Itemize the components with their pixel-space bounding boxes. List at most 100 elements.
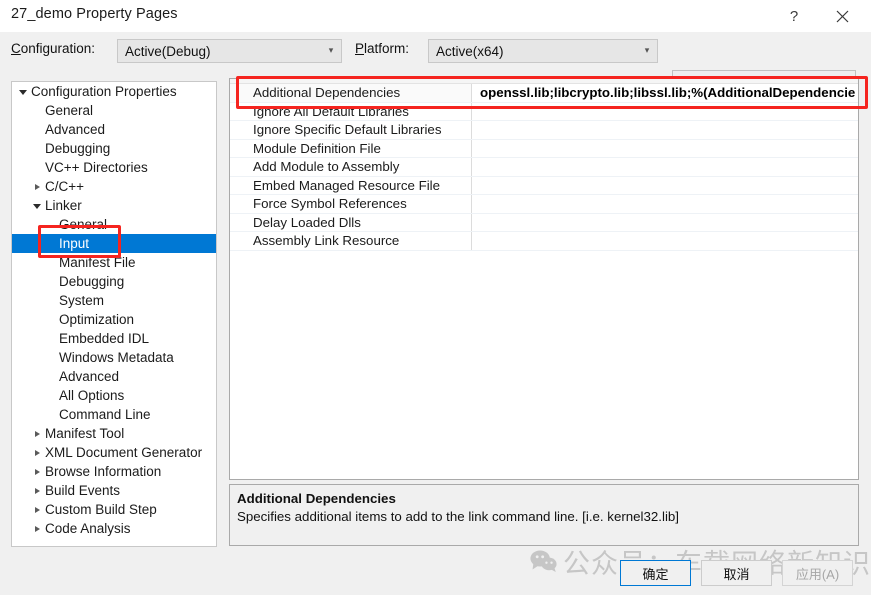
chevron-right-icon[interactable] bbox=[30, 519, 44, 538]
tree-item-xml-document-generator[interactable]: XML Document Generator bbox=[12, 443, 216, 462]
chevron-down-icon: ▾ bbox=[644, 45, 650, 55]
tree-item-manifest-tool[interactable]: Manifest Tool bbox=[12, 424, 216, 443]
tree-item-label: General bbox=[45, 103, 94, 118]
grid-empty-area bbox=[230, 343, 858, 479]
property-row[interactable]: Module Definition File bbox=[230, 139, 858, 158]
property-name: Module Definition File bbox=[230, 139, 472, 157]
property-value[interactable] bbox=[472, 195, 858, 213]
property-row[interactable]: Assembly Link Resource bbox=[230, 232, 858, 251]
property-row[interactable]: Force Symbol References bbox=[230, 195, 858, 214]
tree-item-build-events[interactable]: Build Events bbox=[12, 481, 216, 500]
tree-item-label: Linker bbox=[45, 198, 82, 213]
title-bar: 27_demo Property Pages ? bbox=[0, 0, 871, 32]
tree-item-optimization[interactable]: Optimization bbox=[12, 310, 216, 329]
chevron-right-icon[interactable] bbox=[30, 424, 44, 443]
tree-item-label: Optimization bbox=[59, 312, 135, 327]
property-name: Force Symbol References bbox=[230, 195, 472, 213]
tree-item-embedded-idl[interactable]: Embedded IDL bbox=[12, 329, 216, 348]
tree-item-label: Command Line bbox=[59, 407, 151, 422]
tree-item-c-c[interactable]: C/C++ bbox=[12, 177, 216, 196]
tree-item-label: Input bbox=[59, 236, 90, 251]
property-value[interactable] bbox=[472, 140, 858, 158]
property-value[interactable] bbox=[472, 158, 858, 176]
property-value[interactable] bbox=[472, 103, 858, 121]
tree-item-linker[interactable]: Linker bbox=[12, 196, 216, 215]
chevron-right-icon[interactable] bbox=[30, 500, 44, 519]
cancel-button[interactable]: 取消 bbox=[701, 560, 772, 586]
tree-item-all-options[interactable]: All Options bbox=[12, 386, 216, 405]
help-icon[interactable]: ? bbox=[771, 0, 817, 32]
chevron-right-icon[interactable] bbox=[30, 443, 44, 462]
twisty-glyph bbox=[34, 525, 40, 532]
chevron-right-icon[interactable] bbox=[30, 462, 44, 481]
tree-item-configuration-properties[interactable]: Configuration Properties bbox=[12, 82, 216, 101]
tree-item-advanced[interactable]: Advanced bbox=[12, 367, 216, 386]
tree-item-label: XML Document Generator bbox=[45, 445, 203, 460]
chevron-down-icon[interactable] bbox=[30, 196, 44, 215]
property-value[interactable] bbox=[472, 121, 858, 139]
apply-button: 应用(A) bbox=[782, 560, 853, 586]
property-row[interactable]: Add Module to Assembly bbox=[230, 158, 858, 177]
property-value[interactable] bbox=[472, 177, 858, 195]
tree-item-label: Build Events bbox=[45, 483, 121, 498]
property-row[interactable]: Embed Managed Resource File bbox=[230, 176, 858, 195]
twisty-glyph bbox=[34, 487, 40, 494]
tree-item-manifest-file[interactable]: Manifest File bbox=[12, 253, 216, 272]
tree-item-debugging[interactable]: Debugging bbox=[12, 272, 216, 291]
tree-item-label: System bbox=[59, 293, 105, 308]
property-value[interactable] bbox=[472, 214, 858, 232]
tree-item-label: Windows Metadata bbox=[59, 350, 174, 365]
tree-item-code-analysis[interactable]: Code Analysis bbox=[12, 519, 216, 538]
tree-item-browse-information[interactable]: Browse Information bbox=[12, 462, 216, 481]
property-name: Ignore Specific Default Libraries bbox=[230, 121, 472, 139]
tree-item-windows-metadata[interactable]: Windows Metadata bbox=[12, 348, 216, 367]
tree-item-label: Debugging bbox=[45, 141, 111, 156]
twisty-glyph bbox=[34, 183, 40, 190]
chevron-right-icon[interactable] bbox=[30, 177, 44, 196]
tree-item-label: Browse Information bbox=[45, 464, 162, 479]
tree-item-label: Advanced bbox=[45, 122, 106, 137]
platform-dropdown[interactable]: Active(x64) ▾ bbox=[428, 39, 658, 63]
property-row[interactable]: Delay Loaded Dlls bbox=[230, 213, 858, 232]
tree-item-label: Manifest File bbox=[59, 255, 136, 270]
tree-item-debugging[interactable]: Debugging bbox=[12, 139, 216, 158]
tree-item-general[interactable]: General bbox=[12, 101, 216, 120]
tree-item-label: General bbox=[59, 217, 108, 232]
tree-item-label: VC++ Directories bbox=[45, 160, 148, 175]
property-row[interactable]: Ignore Specific Default Libraries bbox=[230, 121, 858, 140]
property-value[interactable] bbox=[472, 232, 858, 250]
tree-item-command-line[interactable]: Command Line bbox=[12, 405, 216, 424]
property-row[interactable]: Ignore All Default Libraries bbox=[230, 102, 858, 121]
tree-item-general[interactable]: General bbox=[12, 215, 216, 234]
tree-item-label: C/C++ bbox=[45, 179, 85, 194]
tree-item-label: Advanced bbox=[59, 369, 120, 384]
platform-value: Active(x64) bbox=[436, 43, 504, 59]
twisty-glyph bbox=[34, 449, 40, 456]
tree-item-custom-build-step[interactable]: Custom Build Step bbox=[12, 500, 216, 519]
property-value[interactable]: openssl.lib;libcrypto.lib;libssl.lib;%(A… bbox=[472, 84, 858, 102]
platform-label: Platform: bbox=[355, 41, 410, 56]
tree-item-label: Debugging bbox=[59, 274, 125, 289]
property-row[interactable]: Additional Dependencies openssl.lib;libcr… bbox=[230, 84, 858, 103]
tree-item-input[interactable]: Input bbox=[12, 234, 216, 253]
tree-item-advanced[interactable]: Advanced bbox=[12, 120, 216, 139]
configuration-value: Active(Debug) bbox=[125, 43, 211, 59]
configuration-bar: Configuration: Active(Debug) ▾ Platform:… bbox=[0, 32, 871, 96]
ok-button[interactable]: 确定 bbox=[620, 560, 691, 586]
tree-item-label: Code Analysis bbox=[45, 521, 131, 536]
chevron-down-icon[interactable] bbox=[16, 82, 30, 101]
tree-item-label: All Options bbox=[59, 388, 125, 403]
twisty-glyph bbox=[34, 468, 40, 475]
tree-item-vc-directories[interactable]: VC++ Directories bbox=[12, 158, 216, 177]
configuration-dropdown[interactable]: Active(Debug) ▾ bbox=[117, 39, 342, 63]
grid-column-divider bbox=[472, 343, 473, 479]
wechat-icon bbox=[530, 550, 557, 572]
page-title: 27_demo Property Pages bbox=[11, 6, 178, 22]
tree-item-system[interactable]: System bbox=[12, 291, 216, 310]
configuration-tree[interactable]: Configuration Properties General Advanced D… bbox=[11, 81, 217, 547]
property-grid[interactable]: Additional Dependencies openssl.lib;libcr… bbox=[229, 78, 859, 480]
chevron-right-icon[interactable] bbox=[30, 481, 44, 500]
close-icon[interactable] bbox=[819, 0, 865, 32]
property-pages-dialog: 27_demo Property Pages ? Configuration: … bbox=[0, 0, 871, 595]
description-panel: Additional Dependencies Specifies additi… bbox=[229, 484, 859, 546]
